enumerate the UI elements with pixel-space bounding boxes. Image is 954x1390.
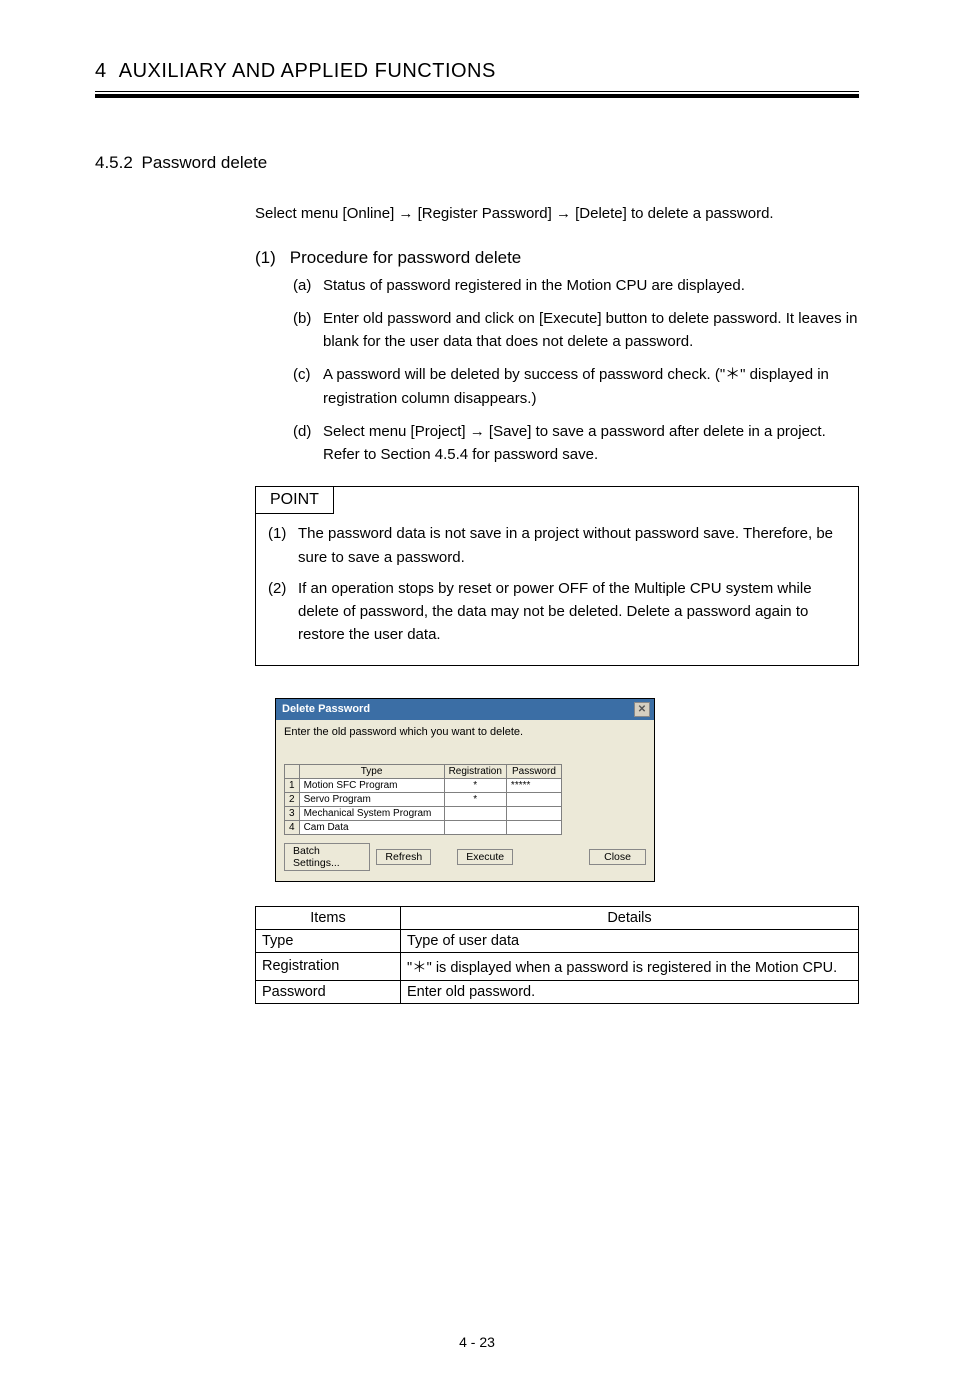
procedure-item: (a) Status of password registered in the… (293, 274, 859, 297)
table-row: 1 Motion SFC Program * ***** (285, 778, 562, 792)
details-detail: Type of user data (401, 929, 859, 952)
details-detail: "＊" is displayed when a password is regi… (401, 952, 859, 980)
point-item: (1) The password data is not save in a p… (268, 522, 846, 569)
procedure-list: (a) Status of password registered in the… (293, 274, 859, 467)
section-heading: 4.5.2 Password delete (95, 153, 859, 173)
details-header-details: Details (401, 906, 859, 929)
details-item: Registration (256, 952, 401, 980)
table-row: Type Type of user data (256, 929, 859, 952)
row-type: Servo Program (299, 792, 444, 806)
row-type: Mechanical System Program (299, 806, 444, 820)
procedure-item-text: Enter old password and click on [Execute… (323, 307, 859, 354)
chapter-title: AUXILIARY AND APPLIED FUNCTIONS (119, 60, 496, 82)
row-registration (444, 820, 506, 834)
details-item: Password (256, 980, 401, 1003)
procedure-item: (d) Select menu [Project] → [Save] to sa… (293, 420, 859, 467)
section-intro: Select menu [Online] → [Register Passwor… (255, 203, 859, 226)
procedure-title: Procedure for password delete (290, 248, 522, 267)
delete-password-dialog: Delete Password ✕ Enter the old password… (275, 698, 655, 882)
row-password[interactable]: ***** (506, 778, 561, 792)
procedure-number: (1) (255, 248, 285, 268)
dialog-table: Type Registration Password 1 Motion SFC … (284, 764, 562, 835)
page-header: 4 AUXILIARY AND APPLIED FUNCTIONS (95, 60, 859, 92)
point-box: POINT (1) The password data is not save … (255, 486, 859, 665)
table-row: 4 Cam Data (285, 820, 562, 834)
col-password: Password (506, 764, 561, 778)
row-registration: * (444, 792, 506, 806)
row-type: Motion SFC Program (299, 778, 444, 792)
execute-button[interactable]: Execute (457, 849, 513, 865)
row-number: 1 (285, 778, 300, 792)
dialog-titlebar[interactable]: Delete Password ✕ (276, 699, 654, 720)
section-title: Password delete (142, 153, 268, 172)
procedure-item-text: Select menu [Project] → [Save] to save a… (323, 420, 859, 467)
details-header-items: Items (256, 906, 401, 929)
point-item: (2) If an operation stops by reset or po… (268, 577, 846, 647)
page-number: 4 - 23 (95, 1334, 859, 1350)
point-item-text: If an operation stops by reset or power … (298, 577, 846, 647)
header-rule (95, 94, 859, 98)
dialog-title: Delete Password (282, 703, 370, 715)
refresh-button[interactable]: Refresh (376, 849, 431, 865)
row-password[interactable] (506, 820, 561, 834)
close-button[interactable]: Close (589, 849, 646, 865)
row-type: Cam Data (299, 820, 444, 834)
procedure-item-label: (d) (293, 420, 323, 467)
procedure-item: (c) A password will be deleted by succes… (293, 363, 859, 410)
point-label: POINT (256, 487, 334, 514)
batch-settings-button[interactable]: Batch Settings... (284, 843, 370, 871)
row-number: 3 (285, 806, 300, 820)
row-registration (444, 806, 506, 820)
dialog-instruction: Enter the old password which you want to… (284, 726, 646, 738)
section-number: 4.5.2 (95, 153, 133, 173)
row-password[interactable] (506, 792, 561, 806)
col-blank (285, 764, 300, 778)
point-item-text: The password data is not save in a proje… (298, 522, 846, 569)
procedure-item-label: (a) (293, 274, 323, 297)
row-password[interactable] (506, 806, 561, 820)
table-row: 3 Mechanical System Program (285, 806, 562, 820)
point-item-label: (2) (268, 577, 298, 647)
col-type: Type (299, 764, 444, 778)
procedure-heading: (1) Procedure for password delete (255, 248, 859, 268)
procedure-item-text: Status of password registered in the Mot… (323, 274, 859, 297)
procedure-item: (b) Enter old password and click on [Exe… (293, 307, 859, 354)
point-item-label: (1) (268, 522, 298, 569)
row-number: 4 (285, 820, 300, 834)
table-row: Password Enter old password. (256, 980, 859, 1003)
row-registration: * (444, 778, 506, 792)
chapter-number: 4 (95, 60, 107, 82)
close-icon[interactable]: ✕ (634, 702, 650, 717)
procedure-item-text: A password will be deleted by success of… (323, 363, 859, 410)
details-detail: Enter old password. (401, 980, 859, 1003)
row-number: 2 (285, 792, 300, 806)
procedure-item-label: (c) (293, 363, 323, 410)
table-row: Registration "＊" is displayed when a pas… (256, 952, 859, 980)
table-row: 2 Servo Program * (285, 792, 562, 806)
details-table: Items Details Type Type of user data Reg… (255, 906, 859, 1004)
details-item: Type (256, 929, 401, 952)
procedure-item-label: (b) (293, 307, 323, 354)
col-registration: Registration (444, 764, 506, 778)
